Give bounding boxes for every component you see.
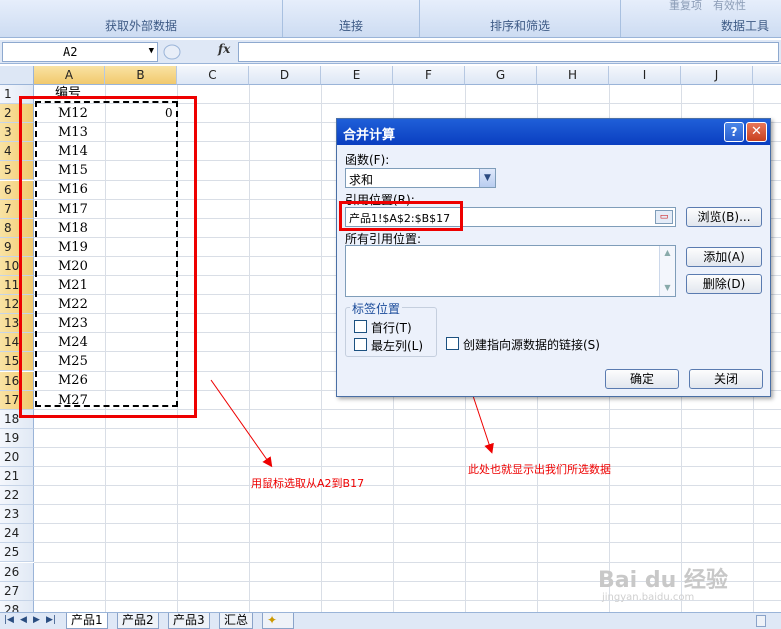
sheet-tab-1[interactable]: 产品1 bbox=[66, 613, 108, 629]
insert-sheet-icon[interactable]: ✦ bbox=[262, 613, 294, 629]
function-label: 函数(F): bbox=[345, 153, 390, 167]
link-source-label: 创建指向源数据的链接(S) bbox=[463, 338, 600, 352]
sheet-tab-2[interactable]: 产品2 bbox=[117, 613, 159, 629]
close-button[interactable]: 关闭 bbox=[689, 369, 763, 389]
first-sheet-icon[interactable]: |◀ bbox=[4, 615, 14, 625]
help-button[interactable]: ? bbox=[724, 122, 744, 142]
scrollbar[interactable]: ▲ ▼ bbox=[659, 246, 675, 296]
top-row-checkbox[interactable] bbox=[354, 320, 367, 333]
consolidate-dialog: 合并计算 ? ✕ 函数(F): 求和 ▼ 引用位置(R): 产品1!$A$2:$… bbox=[336, 118, 771, 397]
add-button[interactable]: 添加(A) bbox=[686, 247, 762, 267]
label-position-group: 标签位置 首行(T) 最左列(L) bbox=[345, 300, 437, 357]
sheet-tabs-bar: |◀ ◀ ▶ ▶| 产品1 产品2 产品3 汇总 ✦ bbox=[0, 612, 781, 629]
annotation-box bbox=[339, 201, 463, 231]
sheet-tab-summary[interactable]: 汇总 bbox=[219, 613, 254, 629]
function-select[interactable]: 求和 ▼ bbox=[345, 168, 496, 188]
ok-button[interactable]: 确定 bbox=[605, 369, 679, 389]
browse-button[interactable]: 浏览(B)... bbox=[686, 207, 762, 227]
prev-sheet-icon[interactable]: ◀ bbox=[20, 615, 27, 625]
annotation-arrow-left bbox=[210, 379, 273, 468]
all-references-list[interactable]: ▲ ▼ bbox=[345, 245, 676, 297]
last-sheet-icon[interactable]: ▶| bbox=[46, 615, 56, 625]
scroll-down-icon[interactable]: ▼ bbox=[662, 283, 673, 294]
left-column-label: 最左列(L) bbox=[371, 339, 424, 353]
scroll-left-icon[interactable] bbox=[756, 615, 766, 627]
collapse-dialog-icon[interactable]: ▭ bbox=[655, 210, 673, 224]
annotation-left-text: 用鼠标选取从A2到B17 bbox=[251, 477, 365, 490]
function-value: 求和 bbox=[349, 173, 374, 187]
watermark-url: jingyan.baidu.com bbox=[602, 592, 695, 603]
top-row-label: 首行(T) bbox=[371, 321, 412, 335]
link-source-checkbox[interactable] bbox=[446, 337, 459, 350]
scroll-up-icon[interactable]: ▲ bbox=[662, 248, 673, 259]
dialog-titlebar[interactable]: 合并计算 bbox=[337, 119, 770, 145]
close-icon[interactable]: ✕ bbox=[746, 122, 767, 142]
sheet-tab-3[interactable]: 产品3 bbox=[168, 613, 210, 629]
baidu-watermark: Bai du 经验 bbox=[598, 568, 728, 593]
annotation-right-text: 此处也就显示出我们所选数据 bbox=[468, 463, 611, 476]
left-column-checkbox[interactable] bbox=[354, 338, 367, 351]
label-position-title: 标签位置 bbox=[350, 300, 403, 317]
dialog-title: 合并计算 bbox=[343, 128, 396, 143]
delete-button[interactable]: 删除(D) bbox=[686, 274, 762, 294]
next-sheet-icon[interactable]: ▶ bbox=[33, 615, 40, 625]
chevron-down-icon[interactable]: ▼ bbox=[479, 169, 495, 187]
